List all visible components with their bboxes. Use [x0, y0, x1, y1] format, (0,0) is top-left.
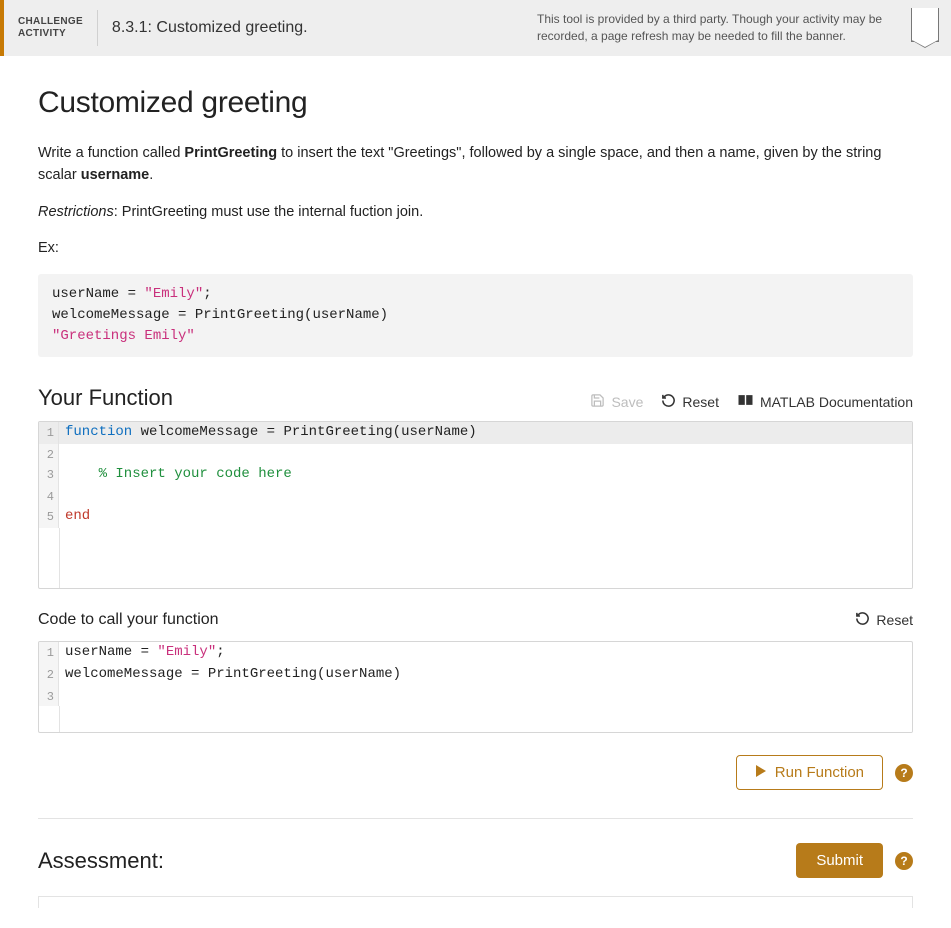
restriction-label: Restrictions: [38, 204, 114, 220]
activity-badge: CHALLENGE ACTIVITY: [4, 16, 97, 40]
function-editor[interactable]: 1function welcomeMessage = PrintGreeting…: [38, 421, 913, 589]
variable-name: username: [81, 167, 150, 183]
book-icon: [737, 393, 754, 410]
badge-line-2: ACTIVITY: [18, 28, 83, 40]
page-title: Customized greeting: [38, 86, 913, 120]
reset-call-button[interactable]: Reset: [855, 611, 913, 629]
function-name: PrintGreeting: [184, 145, 277, 161]
reset-label: Reset: [682, 394, 719, 410]
save-label: Save: [611, 394, 643, 410]
restriction-text: Restrictions: PrintGreeting must use the…: [38, 201, 913, 223]
third-party-note: This tool is provided by a third party. …: [537, 11, 897, 45]
reset-call-label: Reset: [876, 612, 913, 628]
reset-icon: [661, 393, 676, 411]
call-editor[interactable]: 1userName = "Emily"; 2welcomeMessage = P…: [38, 641, 913, 733]
docs-label: MATLAB Documentation: [760, 394, 913, 410]
save-icon: [590, 393, 605, 411]
run-function-button[interactable]: Run Function: [736, 755, 883, 790]
save-button[interactable]: Save: [590, 393, 643, 411]
submit-help-button[interactable]: ?: [895, 852, 913, 870]
instruction-text: Write a function called PrintGreeting to…: [38, 142, 913, 187]
reset-icon: [855, 611, 870, 629]
play-icon: [755, 764, 767, 781]
example-label: Ex:: [38, 237, 913, 259]
call-function-header: Code to call your function Reset: [38, 611, 913, 629]
section-divider: [38, 818, 913, 819]
run-help-button[interactable]: ?: [895, 764, 913, 782]
your-function-header: Your Function Save Reset MATLAB Document…: [38, 385, 913, 411]
run-label: Run Function: [775, 764, 864, 781]
activity-title: 8.3.1: Customized greeting.: [112, 19, 308, 37]
progress-ribbon-icon: [911, 8, 939, 42]
submit-button[interactable]: Submit: [796, 843, 883, 878]
call-heading: Code to call your function: [38, 611, 219, 629]
challenge-banner: CHALLENGE ACTIVITY 8.3.1: Customized gre…: [0, 0, 951, 56]
example-code-block: userName = "Emily"; welcomeMessage = Pri…: [38, 274, 913, 357]
badge-line-1: CHALLENGE: [18, 16, 83, 28]
assessment-heading: Assessment:: [38, 848, 164, 874]
matlab-docs-button[interactable]: MATLAB Documentation: [737, 393, 913, 410]
assessment-results-box: [38, 896, 913, 908]
your-function-heading: Your Function: [38, 385, 173, 411]
banner-separator: [97, 10, 98, 46]
reset-function-button[interactable]: Reset: [661, 393, 719, 411]
